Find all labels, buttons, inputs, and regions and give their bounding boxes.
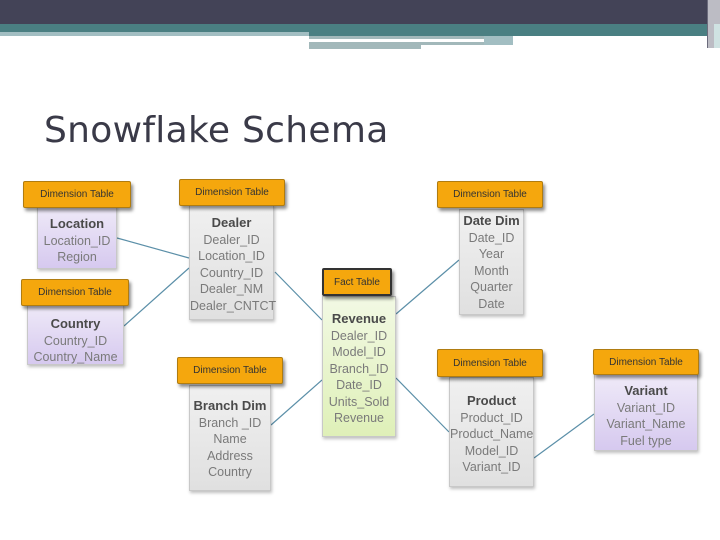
- table-field: Revenue: [333, 411, 385, 425]
- table-field: Variant_Name: [606, 417, 686, 431]
- table-name: Date Dim: [463, 213, 520, 228]
- table-name: Dealer: [211, 215, 252, 230]
- table-field: Model_ID: [332, 345, 386, 359]
- table-field: Address: [207, 448, 253, 463]
- table-field: Dealer_CNTCT: [190, 298, 277, 313]
- table-field: Month: [474, 263, 509, 278]
- table-header: Dimension Table: [23, 181, 131, 208]
- table-header: Fact Table: [322, 268, 392, 296]
- table-field: Dealer_ID: [330, 328, 388, 343]
- connector-dealer-revenue: [274, 271, 323, 321]
- table-field: Product_Name: [450, 427, 534, 441]
- connector-branch-revenue: [270, 379, 323, 426]
- table-name: Location: [49, 216, 105, 231]
- table-field: Dealer_ID: [203, 232, 260, 247]
- table-field: Quarter: [470, 280, 513, 294]
- table-field: Branch_ID: [329, 361, 389, 376]
- table-field: Date_ID: [468, 230, 515, 245]
- table-name: Country: [50, 316, 101, 331]
- table-field: Country: [208, 465, 252, 479]
- connector-country-dealer: [123, 267, 190, 327]
- table-field: Country_ID: [199, 265, 264, 280]
- connector-date-revenue: [395, 259, 460, 315]
- table-header: Dimension Table: [179, 179, 285, 206]
- table-field: Branch _ID: [198, 415, 262, 430]
- table-body: Country Country_ID Country_Name: [27, 303, 124, 365]
- table-name: Variant: [624, 383, 668, 398]
- connector-variant-product: [533, 413, 595, 459]
- table-name: Product: [466, 393, 517, 408]
- table-field: Location_ID: [43, 233, 111, 248]
- table-header: Dimension Table: [21, 279, 129, 306]
- table-body: Dealer Dealer_ID Location_ID Country_ID …: [189, 204, 277, 320]
- table-field: Location_ID: [198, 249, 265, 263]
- table-field: Product_ID: [460, 410, 523, 425]
- table-field: Country_Name: [33, 350, 118, 364]
- connector-location-dealer: [116, 237, 190, 259]
- table-field: Units_Sold: [328, 394, 390, 409]
- table-body: Branch Dim Branch _ID Name Address Count…: [189, 385, 271, 491]
- table-body: Product Product_ID Product_Name Model_ID…: [449, 377, 534, 487]
- table-header: Dimension Table: [437, 349, 543, 377]
- connector-product-revenue: [395, 377, 450, 433]
- table-field: Model_ID: [464, 443, 519, 458]
- table-field: Year: [478, 247, 505, 261]
- table-field: Region: [57, 250, 97, 264]
- table-field: Date: [478, 296, 505, 311]
- table-body: Variant Variant_ID Variant_Name Fuel typ…: [594, 374, 698, 451]
- table-name: Revenue: [331, 311, 387, 326]
- table-field: Date_ID: [336, 378, 382, 392]
- table-body: Date Dim Date_ID Year Month Quarter Date: [459, 209, 524, 315]
- table-field: Name: [213, 432, 247, 446]
- table-field: Dealer_NM: [199, 282, 264, 296]
- table-field: Variant_ID: [462, 460, 521, 474]
- table-body: Location Location_ID Region: [37, 205, 117, 269]
- table-name: Branch Dim: [193, 398, 267, 413]
- table-field: Variant_ID: [616, 400, 676, 415]
- table-field: Country_ID: [43, 333, 108, 348]
- table-body: Revenue Dealer_ID Model_ID Branch_ID Dat…: [322, 296, 396, 437]
- table-header: Dimension Table: [437, 181, 543, 208]
- table-header: Dimension Table: [177, 357, 283, 384]
- table-header: Dimension Table: [593, 349, 699, 375]
- table-field: Fuel type: [620, 433, 672, 448]
